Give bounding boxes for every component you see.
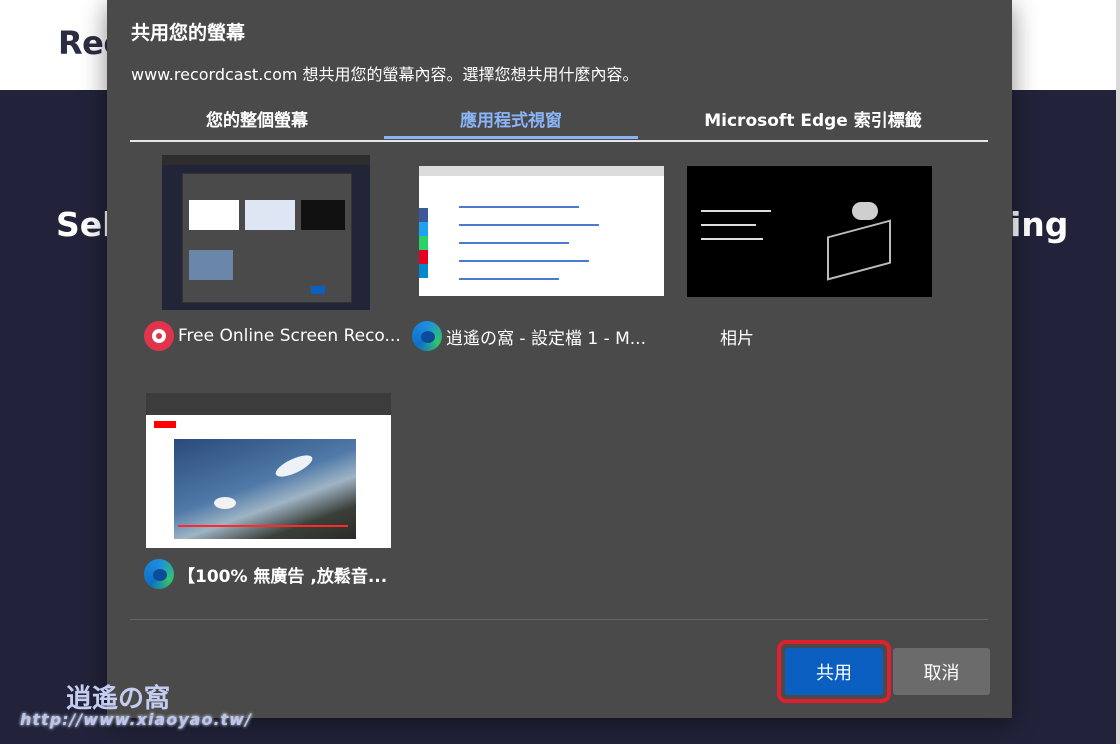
dialog-title: 共用您的螢幕	[131, 22, 246, 44]
edge-icon	[144, 559, 174, 589]
window-item-photos[interactable]: 相片	[680, 153, 932, 363]
window-title: 相片	[720, 328, 754, 349]
background-scrollbar	[1116, 0, 1120, 744]
tab-entire-screen[interactable]: 您的整個螢幕	[130, 98, 384, 138]
thumbnail-titlebar	[419, 166, 664, 176]
thumbnail-line	[459, 278, 559, 280]
thumbnail-cloud	[852, 202, 878, 220]
thumbnail-line	[459, 242, 569, 244]
window-caption: 相片	[716, 319, 754, 353]
thumbnail-sidebar	[419, 208, 428, 278]
window-title: 逍遙の窩 - 設定檔 1 - M...	[446, 328, 646, 349]
watermark-url: http://www.xiaoyao.tw/	[20, 710, 252, 729]
background-heading-left: Sel	[56, 205, 114, 244]
thumbnail-text	[701, 210, 771, 212]
thumbnail-line	[459, 260, 589, 262]
thumbnail-line	[459, 206, 579, 208]
window-thumbnail	[419, 166, 664, 296]
edge-icon	[412, 321, 442, 351]
window-thumbnail	[162, 155, 370, 310]
window-item-youtube[interactable]: 【100% 無廣告 ,放鬆音...	[144, 391, 391, 601]
background-heading-right: ing	[1010, 205, 1069, 244]
thumbnail-youtube-logo	[154, 421, 176, 428]
thumbnail-content	[182, 173, 352, 303]
window-caption: Free Online Screen Reco...	[144, 319, 401, 353]
window-caption: 逍遙の窩 - 設定檔 1 - M...	[412, 319, 646, 353]
share-screen-dialog: 共用您的螢幕 www.recordcast.com 想共用您的螢幕內容。選擇您想…	[107, 0, 1012, 718]
thumbnail-bird	[272, 451, 316, 481]
thumbnail-bird	[214, 497, 236, 509]
thumbnail-line	[459, 224, 599, 226]
cancel-button[interactable]: 取消	[893, 648, 990, 695]
window-thumbnail	[687, 166, 932, 297]
tab-edge-tab[interactable]: Microsoft Edge 索引標籤	[638, 98, 988, 138]
window-grid: Free Online Screen Reco... 逍遙の窩 - 設定檔 1 …	[130, 141, 988, 620]
window-thumbnail	[146, 393, 391, 548]
share-button[interactable]: 共用	[785, 648, 883, 695]
window-item-edge-profile[interactable]: 逍遙の窩 - 設定檔 1 - M...	[412, 153, 664, 363]
thumbnail-titlebar	[162, 155, 370, 165]
thumbnail-video	[174, 439, 356, 539]
thumbnail-text	[701, 238, 763, 240]
active-tab-indicator	[384, 136, 638, 139]
window-title: 【100% 無廣告 ,放鬆音...	[178, 566, 388, 587]
source-tabs: 您的整個螢幕 應用程式視窗 Microsoft Edge 索引標籤	[130, 98, 988, 142]
thumbnail-progress	[178, 525, 348, 527]
thumbnail-illustration	[827, 219, 891, 281]
tab-application-window[interactable]: 應用程式視窗	[384, 98, 638, 138]
thumbnail-text	[701, 224, 756, 226]
window-title: Free Online Screen Reco...	[178, 326, 401, 346]
window-item-recordcast[interactable]: Free Online Screen Reco...	[144, 153, 401, 363]
thumbnail-titlebar	[146, 393, 391, 415]
recordcast-icon	[144, 321, 174, 351]
dialog-subtitle: www.recordcast.com 想共用您的螢幕內容。選擇您想共用什麼內容。	[131, 65, 639, 84]
window-caption: 【100% 無廣告 ,放鬆音...	[144, 557, 387, 591]
